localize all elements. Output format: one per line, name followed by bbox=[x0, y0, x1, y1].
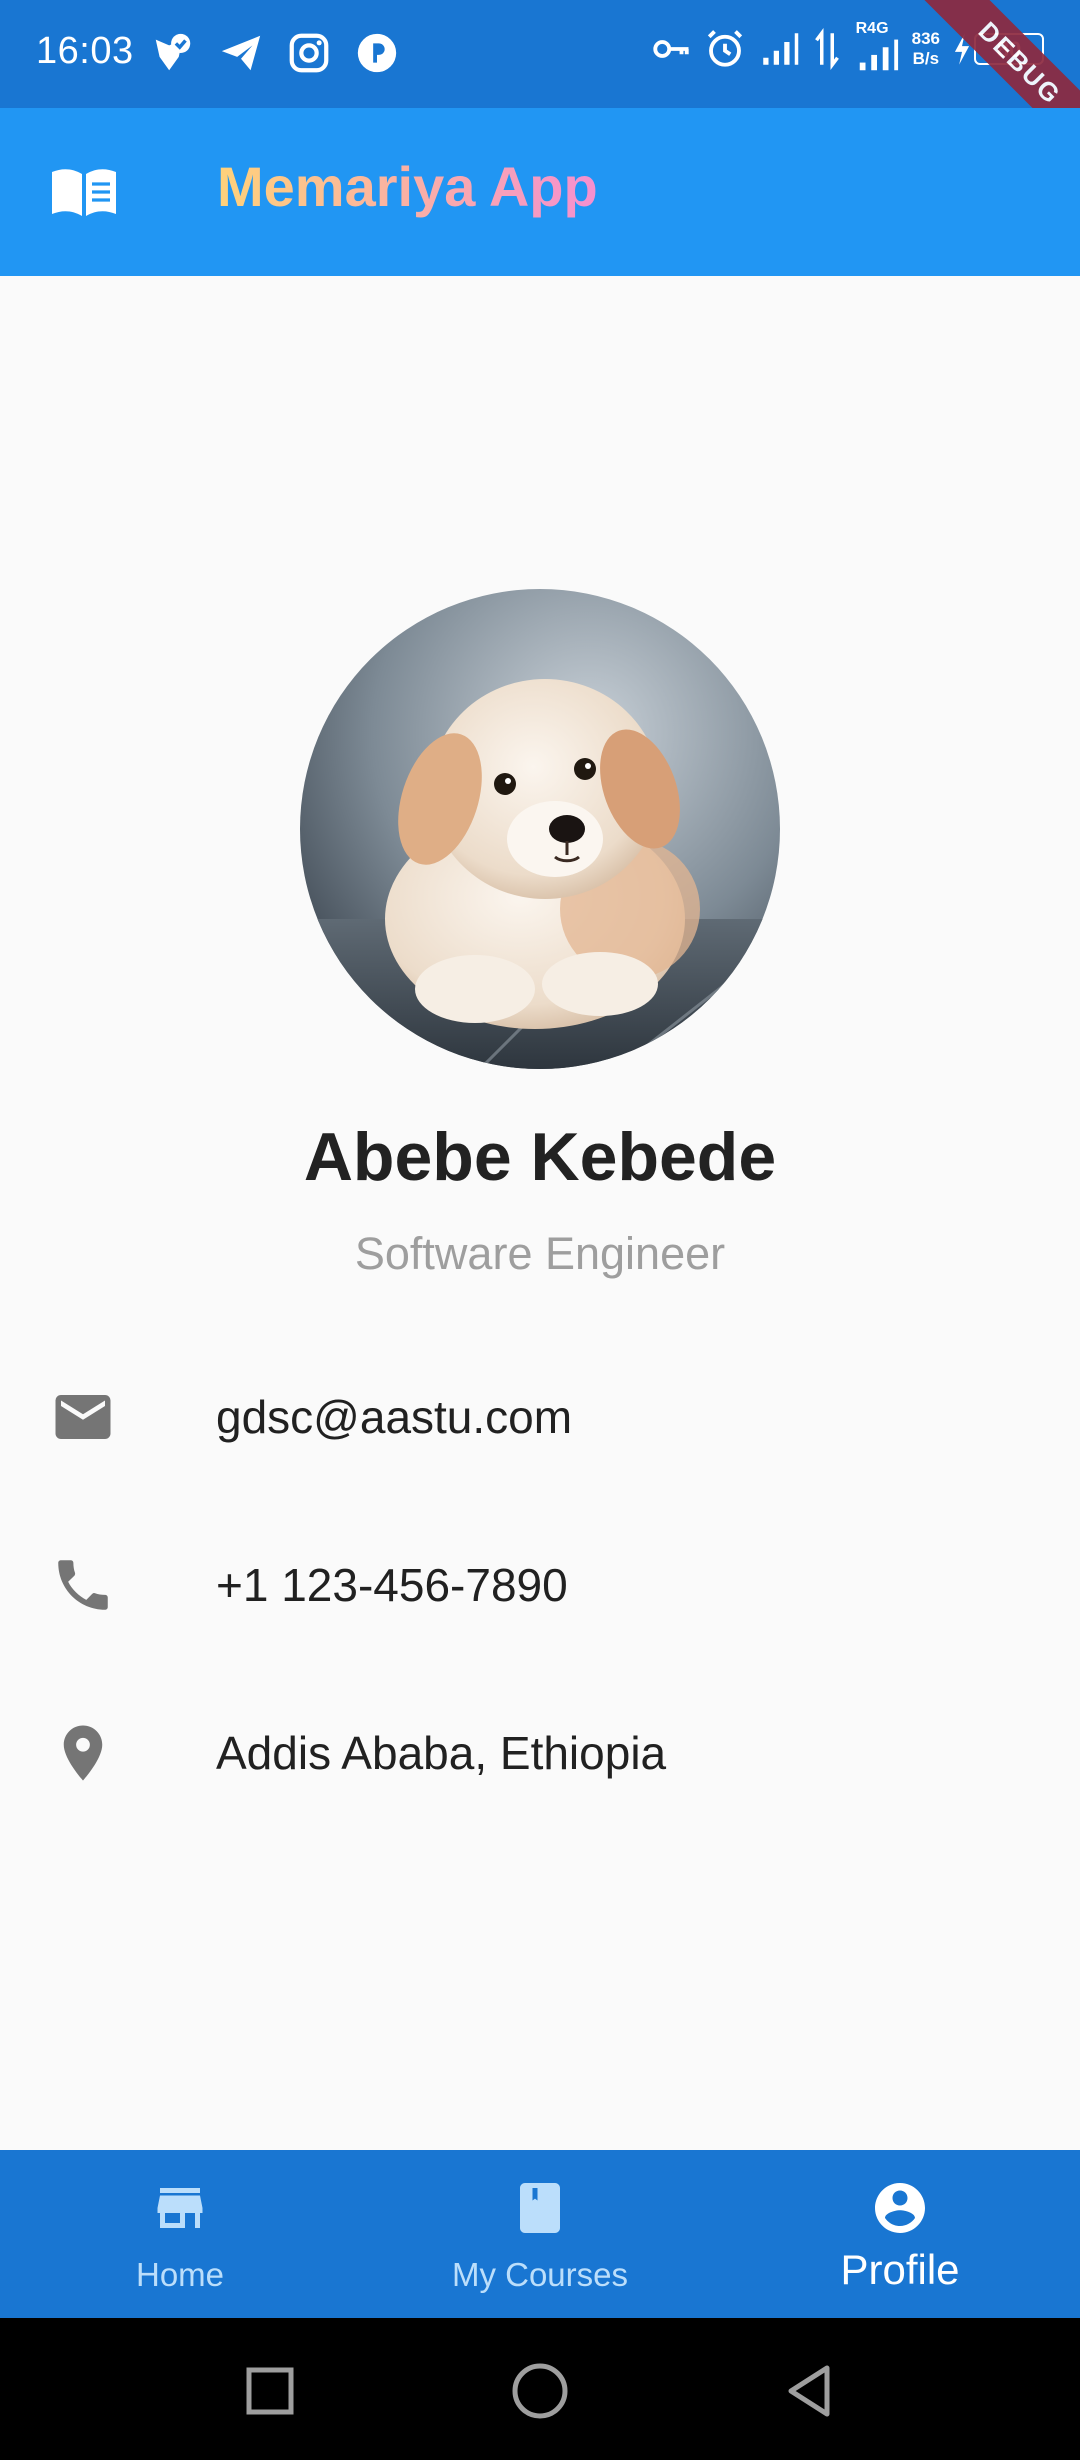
system-navigation-bar bbox=[0, 2318, 1080, 2460]
recents-square-icon[interactable] bbox=[235, 2356, 305, 2426]
contact-location-row[interactable]: Addis Ababa, Ethiopia bbox=[0, 1692, 1080, 1812]
contact-email-text: gdsc@aastu.com bbox=[216, 1391, 573, 1443]
bookmark-book-icon bbox=[520, 2183, 560, 2233]
contact-email-row[interactable]: gdsc@aastu.com bbox=[0, 1356, 1080, 1476]
email-icon bbox=[55, 1395, 111, 1439]
signal-icon bbox=[762, 33, 798, 65]
app-bar: Memariya App bbox=[0, 108, 1080, 276]
contact-phone-text: +1 123-456-7890 bbox=[216, 1559, 568, 1611]
net-speed-unit: B/s bbox=[912, 49, 940, 68]
contact-phone-row[interactable]: +1 123-456-7890 bbox=[0, 1524, 1080, 1644]
nav-item-my-courses[interactable]: My Courses bbox=[360, 2150, 720, 2318]
status-notification-icons bbox=[150, 30, 400, 76]
status-time: 16:03 bbox=[36, 30, 134, 72]
data-transfer-icon bbox=[814, 28, 839, 70]
status-bar: 16:03 R4G 836 B/s 80 DEBUG bbox=[0, 0, 1080, 172]
app-notification-icon bbox=[357, 33, 397, 73]
telegram-icon bbox=[221, 35, 261, 71]
app-title: Memariya App bbox=[217, 155, 598, 218]
signal-r4g-icon: R4G bbox=[854, 20, 900, 72]
profile-role: Software Engineer bbox=[354, 1228, 726, 1279]
nav-my-courses-label: My Courses bbox=[451, 2256, 629, 2293]
profile-avatar bbox=[300, 589, 780, 1069]
home-circle-icon[interactable] bbox=[505, 2356, 575, 2426]
book-icon bbox=[52, 169, 116, 216]
profile-name: Abebe Kebede bbox=[303, 1119, 777, 1195]
nav-home-label: Home bbox=[135, 2256, 225, 2293]
alarm-icon bbox=[707, 30, 742, 67]
store-icon bbox=[157, 2188, 203, 2228]
nav-item-home[interactable]: Home bbox=[0, 2150, 360, 2318]
net-speed: 836 B/s bbox=[912, 29, 940, 69]
account-circle-icon bbox=[875, 2183, 925, 2233]
bottom-navigation: Home My Courses Profile bbox=[0, 2150, 1080, 2318]
puppy-photo bbox=[300, 589, 780, 1069]
verified-heart-icon bbox=[155, 33, 191, 71]
vpn-key-icon bbox=[652, 40, 689, 58]
location-pin-icon bbox=[63, 1725, 103, 1781]
nav-item-profile[interactable]: Profile bbox=[720, 2150, 1080, 2318]
net-speed-value: 836 bbox=[911, 29, 940, 48]
phone-icon bbox=[58, 1560, 108, 1610]
nav-profile-label: Profile bbox=[840, 2246, 960, 2293]
instagram-icon bbox=[289, 33, 329, 73]
back-triangle-icon[interactable] bbox=[775, 2356, 845, 2426]
contact-location-text: Addis Ababa, Ethiopia bbox=[216, 1727, 667, 1779]
